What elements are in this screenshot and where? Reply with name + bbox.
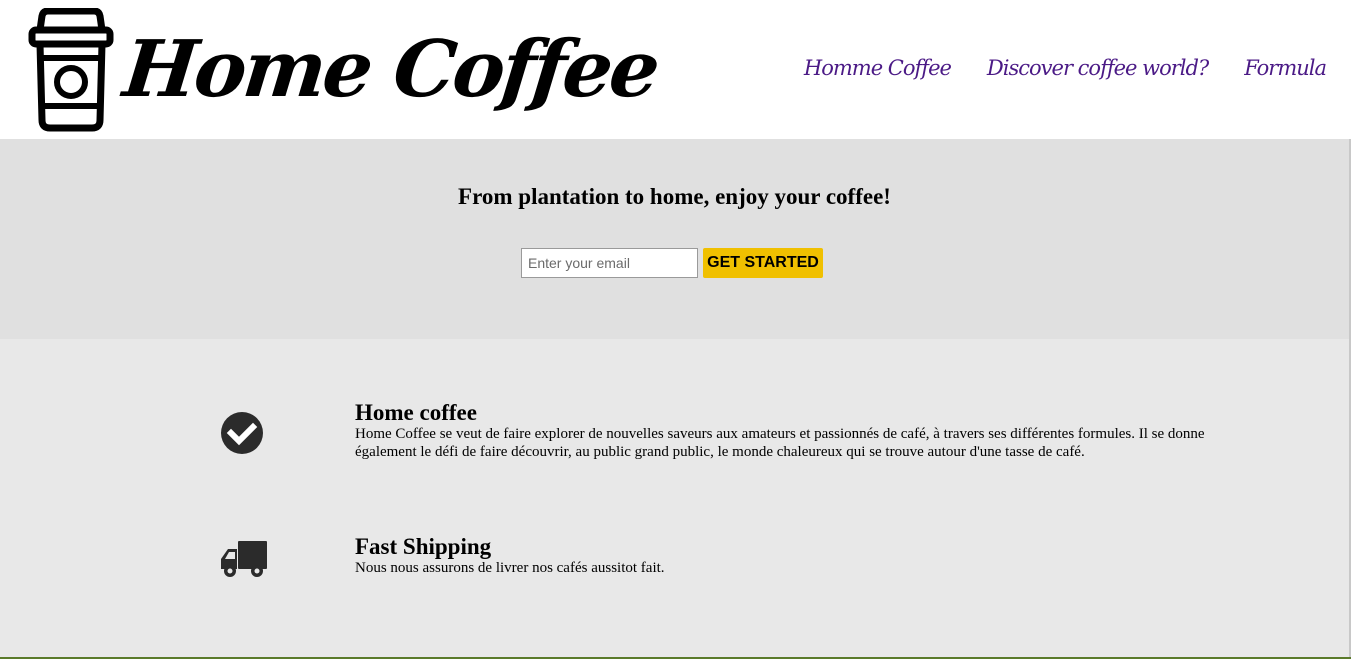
feature-title: Fast Shipping	[355, 534, 492, 559]
brand-name: Home Coffee	[119, 24, 662, 115]
truck-icon	[221, 541, 267, 577]
nav-link-homme-coffee[interactable]: Homme Coffee	[804, 56, 952, 80]
brand-logo[interactable]: Home Coffee	[28, 8, 661, 132]
feature-description: Nous nous assurons de livrer nos cafés a…	[355, 560, 665, 576]
hero-section: From plantation to home, enjoy your coff…	[0, 139, 1349, 339]
feature-description: Home Coffee se veut de faire explorer de…	[355, 426, 1205, 460]
feature-text: Fast Shipping Nous nous assurons de livr…	[355, 535, 1215, 577]
email-input[interactable]	[521, 248, 698, 278]
check-circle-icon	[221, 412, 263, 454]
main-nav: Homme Coffee Discover coffee world? Form…	[804, 56, 1327, 80]
nav-link-discover-coffee-world[interactable]: Discover coffee world?	[987, 56, 1209, 80]
feature-title: Home coffee	[355, 400, 477, 425]
get-started-button[interactable]: GET STARTED	[703, 248, 823, 278]
features-section: Home coffee Home Coffee se veut de faire…	[0, 339, 1349, 657]
coffee-cup-icon	[28, 8, 114, 132]
page-header: Home Coffee Homme Coffee Discover coffee…	[0, 0, 1351, 139]
nav-link-formula[interactable]: Formula	[1244, 56, 1327, 80]
feature-text: Home coffee Home Coffee se veut de faire…	[355, 401, 1215, 461]
hero-headline: From plantation to home, enjoy your coff…	[458, 184, 891, 209]
signup-form: GET STARTED	[521, 248, 823, 278]
